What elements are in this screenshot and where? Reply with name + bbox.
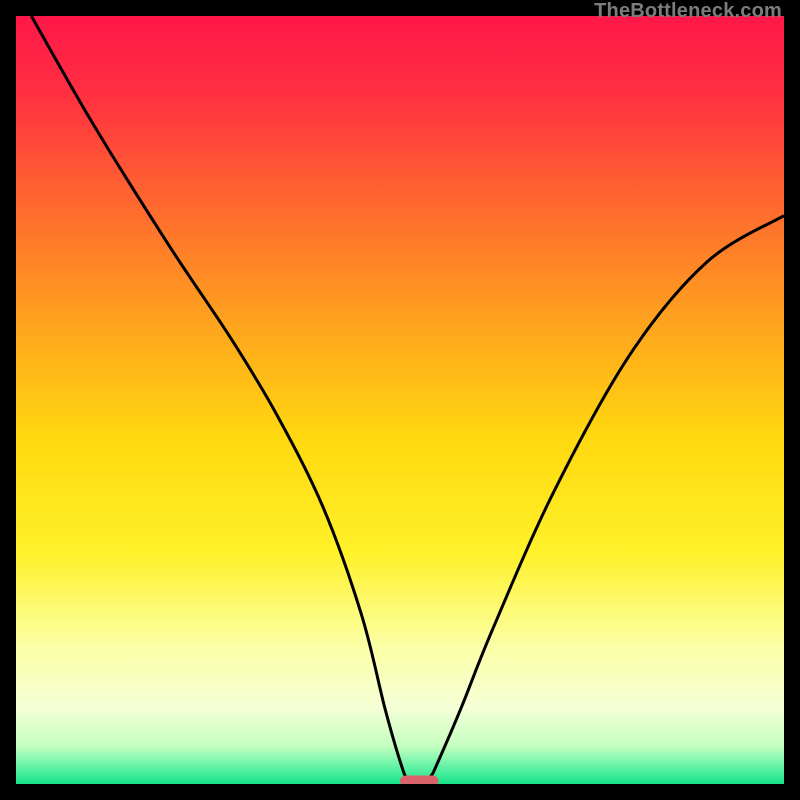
gradient-background [16, 16, 784, 784]
bottleneck-chart [16, 16, 784, 784]
attribution-label: TheBottleneck.com [594, 0, 782, 23]
chart-frame [16, 16, 784, 784]
optimal-marker [400, 776, 438, 784]
